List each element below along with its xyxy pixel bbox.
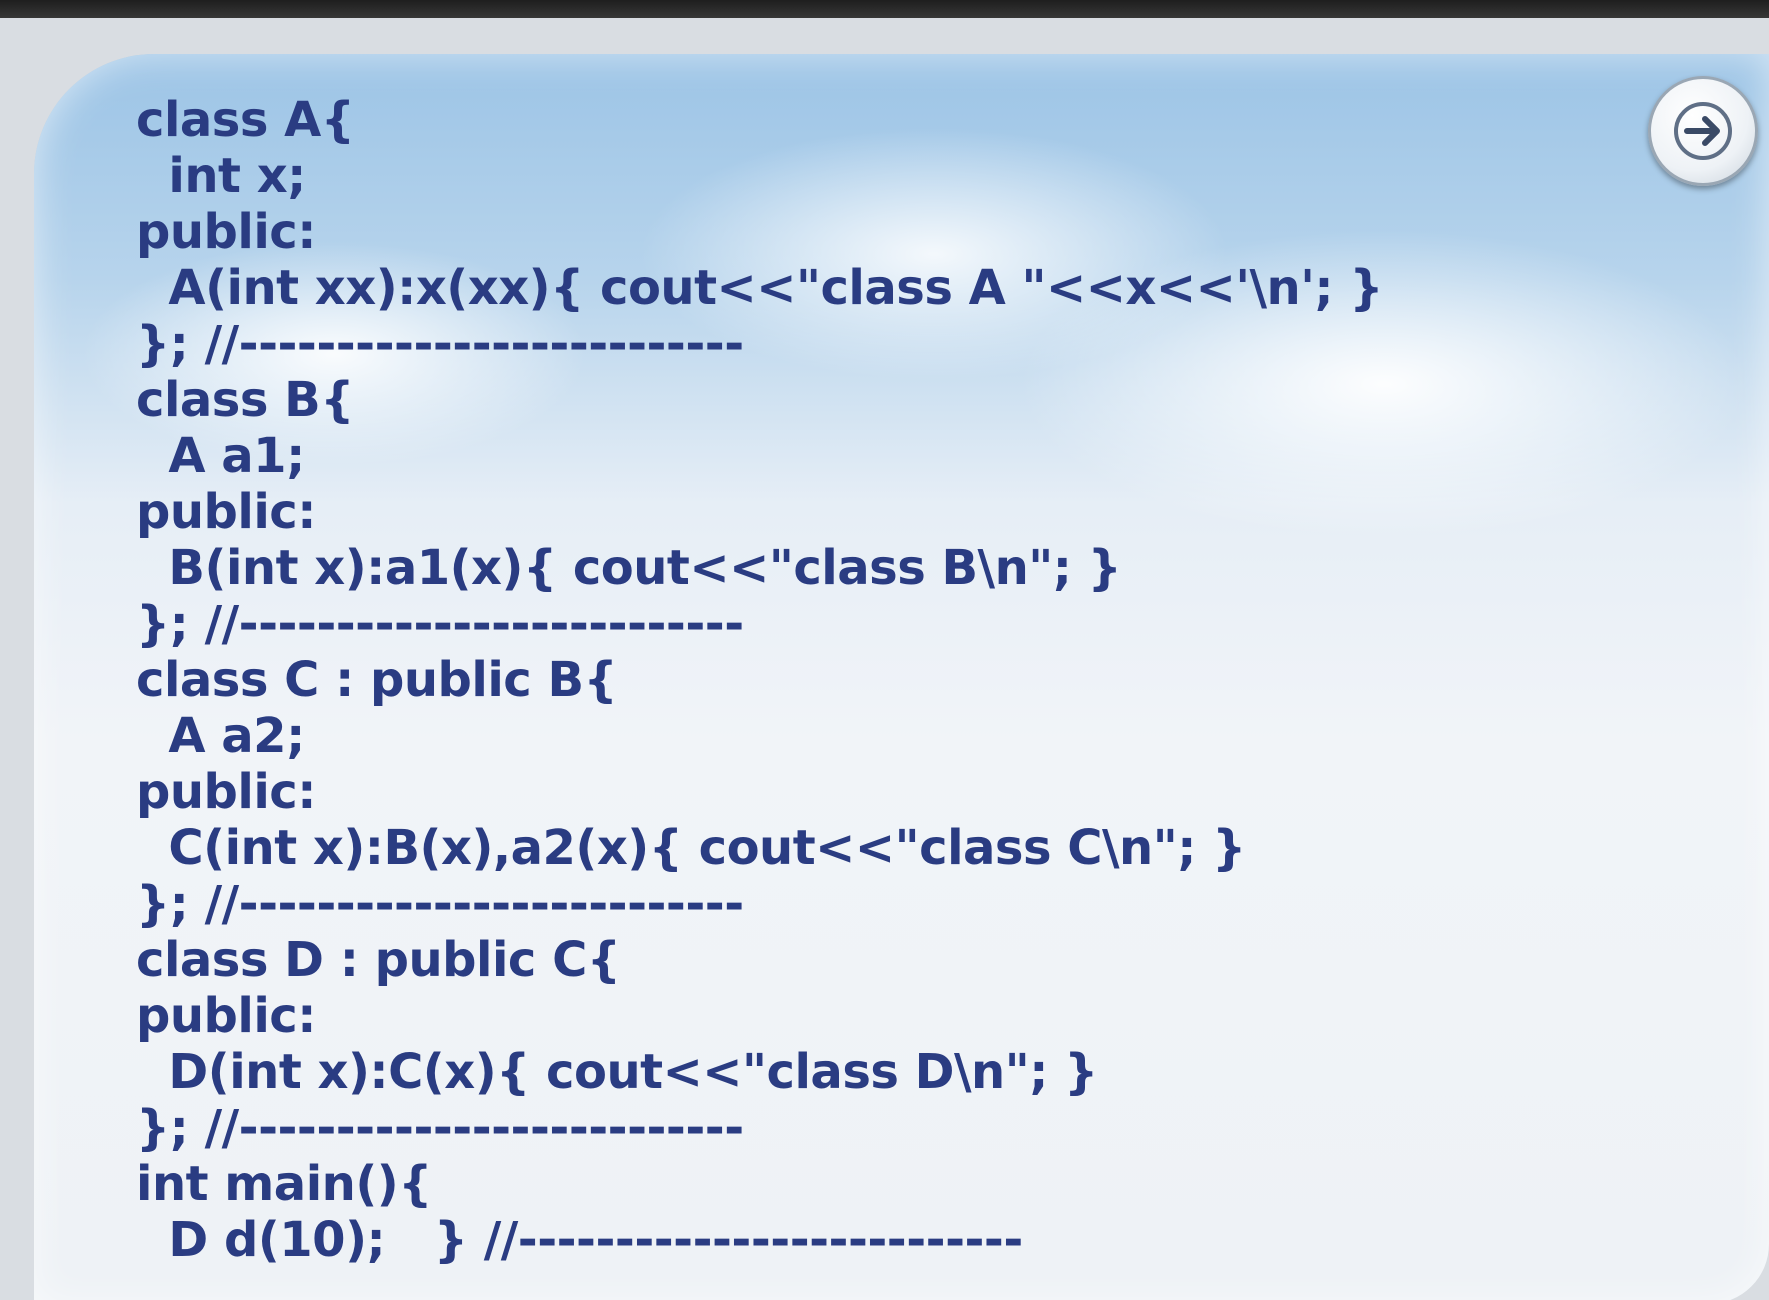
next-slide-button[interactable]: [1648, 76, 1758, 186]
code-line: A a1;: [136, 428, 305, 484]
code-line: }; //--------------------------: [136, 596, 744, 652]
code-line: class D : public C{: [136, 932, 621, 988]
code-line: }; //--------------------------: [136, 316, 744, 372]
code-line: class B{: [136, 372, 354, 428]
code-line: public:: [136, 484, 316, 540]
code-line: class C : public B{: [136, 652, 618, 708]
arrow-right-icon: [1674, 102, 1732, 160]
code-line: int main(){: [136, 1156, 432, 1212]
code-line: }; //--------------------------: [136, 1100, 744, 1156]
code-line: public:: [136, 764, 316, 820]
slide: class A{ int x; public: A(int xx):x(xx){…: [0, 18, 1769, 1300]
code-line: A(int xx):x(xx){ cout<<"class A "<<x<<'\…: [136, 260, 1383, 316]
code-line: A a2;: [136, 708, 305, 764]
code-line: class A{: [136, 92, 355, 148]
code-line: B(int x):a1(x){ cout<<"class B\n"; }: [136, 540, 1122, 596]
code-line: int x;: [136, 148, 306, 204]
code-line: D(int x):C(x){ cout<<"class D\n"; }: [136, 1044, 1098, 1100]
window-top-bar: [0, 0, 1769, 20]
code-line: }; //--------------------------: [136, 876, 744, 932]
code-block: class A{ int x; public: A(int xx):x(xx){…: [136, 92, 1384, 1268]
code-line: public:: [136, 204, 316, 260]
code-line: C(int x):B(x),a2(x){ cout<<"class C\n"; …: [136, 820, 1246, 876]
code-line: public:: [136, 988, 316, 1044]
code-line: D d(10); } //--------------------------: [136, 1212, 1023, 1268]
